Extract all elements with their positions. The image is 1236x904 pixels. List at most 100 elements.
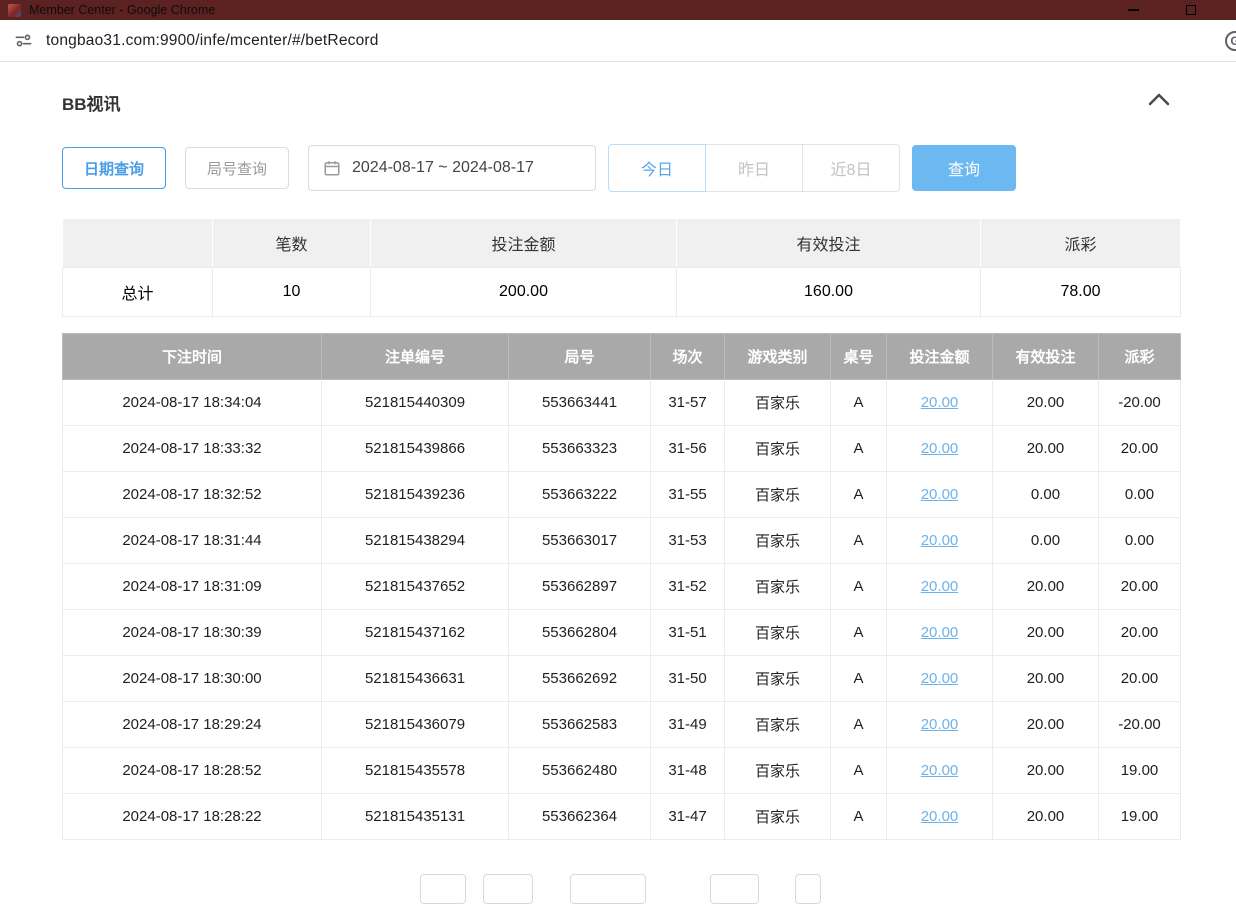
cell-game-type: 百家乐	[725, 702, 831, 748]
cell-bet-amount: 20.00	[887, 472, 993, 518]
table-row: 2024-08-17 18:31:44 521815438294 5536630…	[63, 518, 1181, 564]
collapse-chevron-icon[interactable]	[1148, 93, 1170, 111]
cell-session: 31-52	[651, 564, 725, 610]
summary-total-valid-bet: 160.00	[677, 268, 981, 317]
cell-bet-number: 521815438294	[322, 518, 509, 564]
browser-urlbar: tongbao31.com:9900/infe/mcenter/#/betRec…	[0, 20, 1236, 62]
cell-session: 31-55	[651, 472, 725, 518]
pagination-prev-button[interactable]	[420, 874, 466, 904]
cell-game-type: 百家乐	[725, 748, 831, 794]
browser-extension-icon[interactable]: G	[1225, 31, 1236, 51]
window-title: Member Center - Google Chrome	[29, 3, 1118, 17]
round-query-tab[interactable]: 局号查询	[185, 147, 289, 189]
cell-game-type: 百家乐	[725, 518, 831, 564]
page-title: BB视讯	[62, 90, 121, 115]
cell-valid-bet: 20.00	[993, 426, 1099, 472]
cell-round-number: 553662804	[509, 610, 651, 656]
cell-bet-amount: 20.00	[887, 794, 993, 840]
bet-amount-link[interactable]: 20.00	[921, 716, 959, 733]
url-text[interactable]: tongbao31.com:9900/infe/mcenter/#/betRec…	[46, 32, 379, 50]
yesterday-button[interactable]: 昨日	[705, 144, 803, 192]
header-game-type: 游戏类别	[725, 334, 831, 380]
cell-table-number: A	[831, 610, 887, 656]
cell-bet-time: 2024-08-17 18:29:24	[63, 702, 322, 748]
cell-bet-number: 521815439866	[322, 426, 509, 472]
cell-bet-amount: 20.00	[887, 380, 993, 426]
date-range-input[interactable]: 2024-08-17 ~ 2024-08-17	[308, 145, 596, 191]
cell-bet-amount: 20.00	[887, 564, 993, 610]
maximize-button[interactable]	[1184, 3, 1198, 17]
summary-total-row: 总计 10 200.00 160.00 78.00	[63, 268, 1181, 317]
cell-table-number: A	[831, 518, 887, 564]
cell-round-number: 553663017	[509, 518, 651, 564]
cell-bet-amount: 20.00	[887, 656, 993, 702]
summary-total-payout: 78.00	[981, 268, 1181, 317]
site-settings-icon[interactable]	[14, 31, 33, 50]
bet-amount-link[interactable]: 20.00	[921, 762, 959, 779]
cell-bet-number: 521815435131	[322, 794, 509, 840]
cell-bet-number: 521815436631	[322, 656, 509, 702]
cell-payout: 19.00	[1099, 748, 1181, 794]
summary-header-empty	[63, 219, 213, 268]
bet-record-table: 下注时间 注单编号 局号 场次 游戏类别 桌号 投注金额 有效投注 派彩 202…	[62, 333, 1181, 840]
cell-payout: 0.00	[1099, 518, 1181, 564]
search-button[interactable]: 查询	[912, 145, 1016, 191]
cell-game-type: 百家乐	[725, 656, 831, 702]
bet-amount-link[interactable]: 20.00	[921, 808, 959, 825]
header-payout: 派彩	[1099, 334, 1181, 380]
cell-game-type: 百家乐	[725, 610, 831, 656]
cell-session: 31-56	[651, 426, 725, 472]
app-icon	[8, 4, 21, 17]
summary-table: 笔数 投注金额 有效投注 派彩 总计 10 200.00 160.00 78.0…	[62, 218, 1181, 317]
bet-amount-link[interactable]: 20.00	[921, 578, 959, 595]
maximize-icon	[1186, 5, 1196, 15]
cell-bet-time: 2024-08-17 18:30:39	[63, 610, 322, 656]
cell-round-number: 553662480	[509, 748, 651, 794]
today-button[interactable]: 今日	[608, 144, 706, 192]
pagination-jump-input[interactable]	[795, 874, 821, 904]
bet-amount-link[interactable]: 20.00	[921, 440, 959, 457]
cell-valid-bet: 0.00	[993, 472, 1099, 518]
cell-game-type: 百家乐	[725, 472, 831, 518]
cell-game-type: 百家乐	[725, 426, 831, 472]
bet-table-header-row: 下注时间 注单编号 局号 场次 游戏类别 桌号 投注金额 有效投注 派彩	[63, 334, 1181, 380]
cell-bet-time: 2024-08-17 18:31:09	[63, 564, 322, 610]
pagination-page-button[interactable]	[483, 874, 533, 904]
pagination-next-button[interactable]	[710, 874, 759, 904]
cell-bet-number: 521815437162	[322, 610, 509, 656]
cell-bet-number: 521815439236	[322, 472, 509, 518]
cell-valid-bet: 20.00	[993, 564, 1099, 610]
date-query-tab[interactable]: 日期查询	[62, 147, 166, 189]
cell-bet-amount: 20.00	[887, 426, 993, 472]
cell-table-number: A	[831, 380, 887, 426]
minimize-button[interactable]	[1126, 3, 1140, 17]
bet-amount-link[interactable]: 20.00	[921, 486, 959, 503]
cell-table-number: A	[831, 426, 887, 472]
summary-header-payout: 派彩	[981, 219, 1181, 268]
header-session: 场次	[651, 334, 725, 380]
cell-payout: 20.00	[1099, 426, 1181, 472]
cell-payout: 20.00	[1099, 564, 1181, 610]
cell-bet-time: 2024-08-17 18:28:52	[63, 748, 322, 794]
cell-table-number: A	[831, 702, 887, 748]
header-bet-amount: 投注金额	[887, 334, 993, 380]
cell-session: 31-53	[651, 518, 725, 564]
header-bet-time: 下注时间	[63, 334, 322, 380]
cell-game-type: 百家乐	[725, 564, 831, 610]
summary-total-bet-amount: 200.00	[371, 268, 677, 317]
last8days-button[interactable]: 近8日	[802, 144, 900, 192]
cell-session: 31-47	[651, 794, 725, 840]
summary-header-bet-amount: 投注金额	[371, 219, 677, 268]
bet-amount-link[interactable]: 20.00	[921, 394, 959, 411]
cell-session: 31-50	[651, 656, 725, 702]
bet-amount-link[interactable]: 20.00	[921, 624, 959, 641]
header-valid-bet: 有效投注	[993, 334, 1099, 380]
cell-valid-bet: 20.00	[993, 656, 1099, 702]
cell-bet-time: 2024-08-17 18:28:22	[63, 794, 322, 840]
pagination-page-size-select[interactable]	[570, 874, 646, 904]
bet-table-body: 2024-08-17 18:34:04 521815440309 5536634…	[63, 380, 1181, 840]
cell-table-number: A	[831, 794, 887, 840]
bet-amount-link[interactable]: 20.00	[921, 532, 959, 549]
cell-table-number: A	[831, 472, 887, 518]
bet-amount-link[interactable]: 20.00	[921, 670, 959, 687]
